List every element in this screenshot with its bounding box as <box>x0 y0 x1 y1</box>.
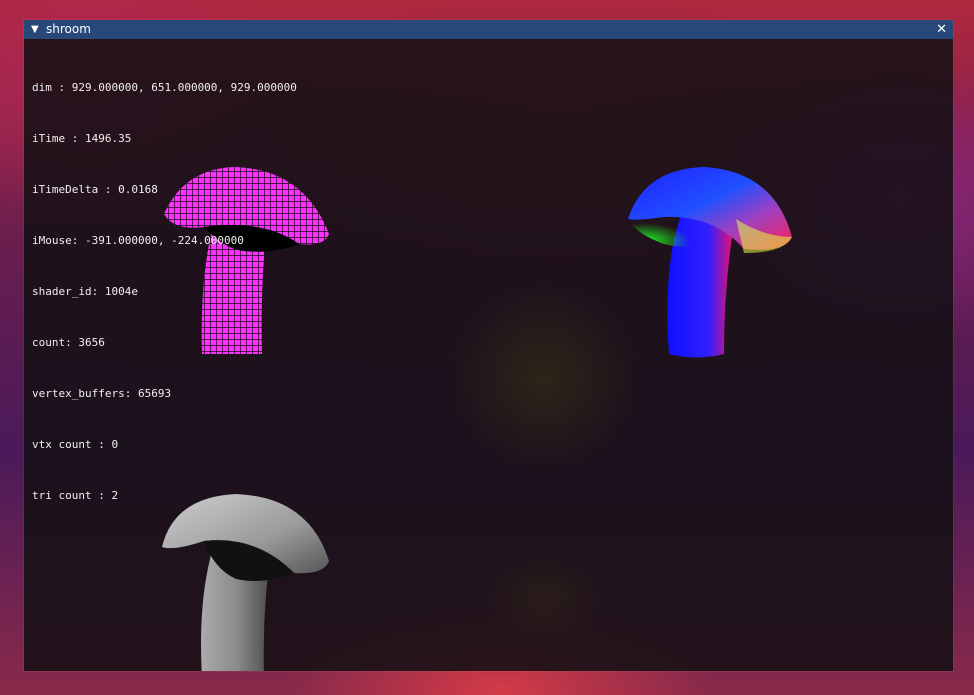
stat-dim: dim : 929.000000, 651.000000, 929.000000 <box>32 81 297 94</box>
shroom-window[interactable]: ▼ shroom ✕ dim: 929.000000, 651.000000,… <box>24 20 953 671</box>
stat-itimedelta: iTimeDelta : 0.0168 <box>32 183 158 196</box>
stat-itime: iTime : 1496.35 <box>32 132 132 145</box>
window-content[interactable]: dim : 929.000000, 651.000000, 929.000000… <box>24 39 953 671</box>
stat-tri-count: tri count : 2 <box>32 489 119 502</box>
stats-overlay: dim : 929.000000, 651.000000, 929.000000… <box>32 45 297 538</box>
normals-mushroom <box>628 167 792 358</box>
stat-vtx-count: vtx count : 0 <box>32 438 119 451</box>
stat-vertex-buffers: vertex_buffers: 65693 <box>32 387 172 400</box>
stat-imouse: iMouse: -391.000000, -224.000000 <box>32 234 244 247</box>
stat-shader-id: shader_id: 1004e <box>32 285 138 298</box>
stat-count: count: 3656 <box>32 336 105 349</box>
window-titlebar[interactable]: ▼ shroom ✕ <box>24 20 953 39</box>
window-title: shroom <box>46 22 91 36</box>
collapse-arrow-icon[interactable]: ▼ <box>31 20 39 39</box>
close-icon[interactable]: ✕ <box>936 20 947 39</box>
